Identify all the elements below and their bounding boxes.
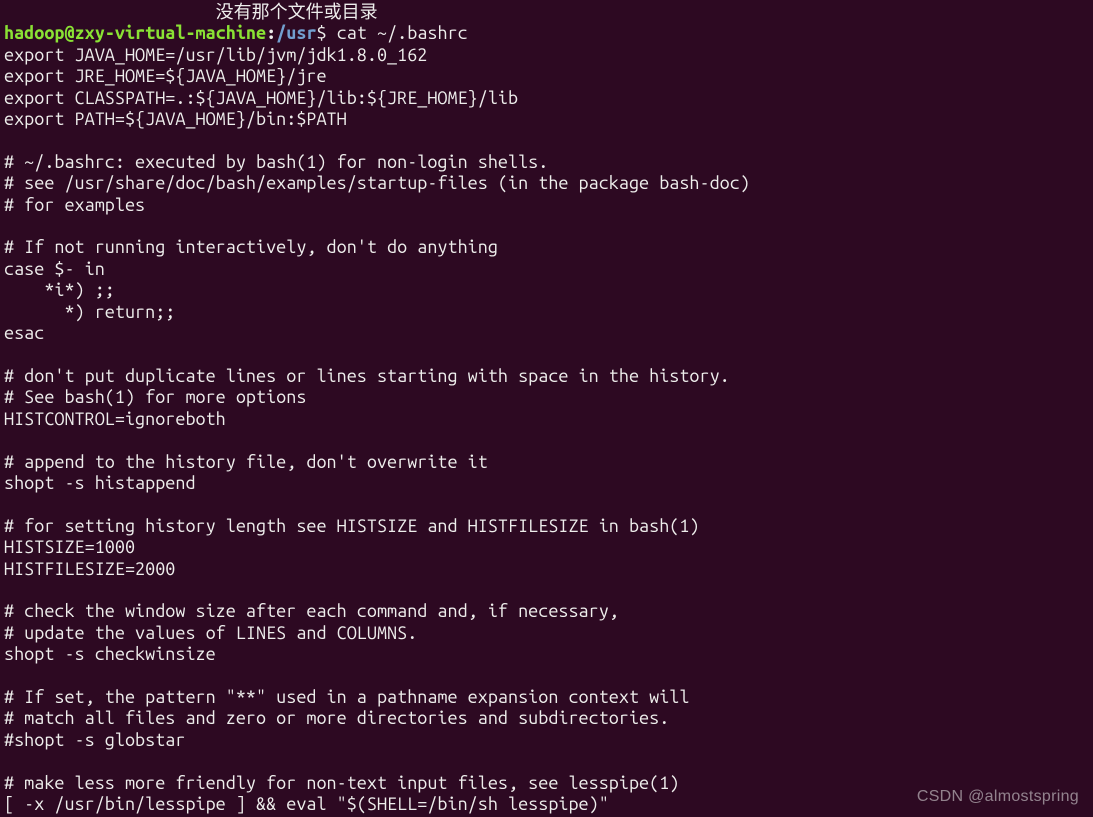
- output-line: *) return;;: [4, 302, 175, 322]
- output-line: #shopt -s globstar: [4, 730, 185, 750]
- output-line: *i*) ;;: [4, 280, 115, 300]
- output-line: shopt -s checkwinsize: [4, 644, 216, 664]
- output-line: # for examples: [4, 195, 145, 215]
- output-line: case $- in: [4, 259, 105, 279]
- output-line: # ~/.bashrc: executed by bash(1) for non…: [4, 152, 548, 172]
- prev-output-fragment: 没有那个文件或目录: [4, 2, 378, 22]
- output-line: # for setting history length see HISTSIZ…: [4, 516, 700, 536]
- prompt-colon: :: [266, 23, 276, 43]
- prompt-dollar: $: [317, 23, 337, 43]
- output-line: export CLASSPATH=.:${JAVA_HOME}/lib:${JR…: [4, 88, 518, 108]
- output-line: HISTFILESIZE=2000: [4, 559, 175, 579]
- prompt-at: @: [64, 23, 74, 43]
- output-line: export PATH=${JAVA_HOME}/bin:$PATH: [4, 109, 347, 129]
- output-line: # match all files and zero or more direc…: [4, 708, 669, 728]
- output-line: # don't put duplicate lines or lines sta…: [4, 366, 730, 386]
- prompt-path: /usr: [276, 23, 316, 43]
- output-line: HISTCONTROL=ignoreboth: [4, 409, 226, 429]
- output-line: shopt -s histappend: [4, 473, 196, 493]
- output-line: # see /usr/share/doc/bash/examples/start…: [4, 173, 750, 193]
- output-line: # If not running interactively, don't do…: [4, 237, 498, 257]
- output-line: HISTSIZE=1000: [4, 537, 135, 557]
- output-line: # append to the history file, don't over…: [4, 452, 488, 472]
- command-text: cat ~/.bashrc: [337, 23, 468, 43]
- prompt-user: hadoop: [4, 23, 64, 43]
- output-line: # make less more friendly for non-text i…: [4, 773, 679, 793]
- output-line: export JAVA_HOME=/usr/lib/jvm/jdk1.8.0_1…: [4, 45, 427, 65]
- output-line: esac: [4, 323, 44, 343]
- output-line: [ -x /usr/bin/lesspipe ] && eval "$(SHEL…: [4, 794, 609, 814]
- output-line: # If set, the pattern "**" used in a pat…: [4, 687, 689, 707]
- output-line: # See bash(1) for more options: [4, 387, 306, 407]
- terminal-output[interactable]: 没有那个文件或目录 hadoop@zxy-virtual-machine:/us…: [0, 0, 1093, 817]
- output-line: # update the values of LINES and COLUMNS…: [4, 623, 417, 643]
- output-line: export JRE_HOME=${JAVA_HOME}/jre: [4, 66, 327, 86]
- output-line: # check the window size after each comma…: [4, 601, 619, 621]
- prompt-host: zxy-virtual-machine: [75, 23, 267, 43]
